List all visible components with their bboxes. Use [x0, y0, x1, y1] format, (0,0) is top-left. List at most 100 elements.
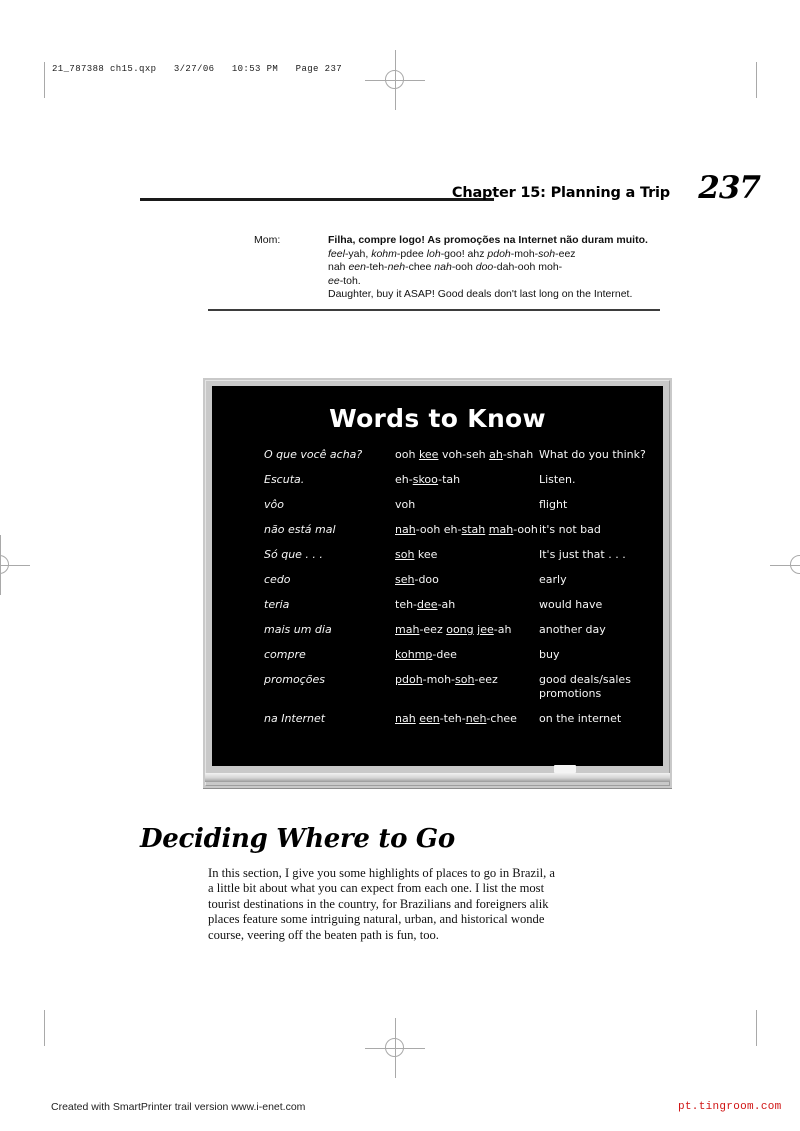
syllable: teh- [395, 598, 418, 611]
syllable: -shah [502, 448, 534, 461]
vocab-meaning: flight [539, 498, 568, 511]
syllable: -tah [438, 473, 461, 486]
dialogue-speaker: Mom: [254, 234, 281, 246]
vocab-row: cedo seh-doo early [264, 573, 647, 587]
dialogue-lines: Filha, compre logo! As promoções na Inte… [328, 234, 660, 302]
stressed-syllable: nah [395, 712, 416, 725]
vocab-pronunciation: seh-doo [395, 573, 539, 587]
syllable: kee [414, 548, 438, 561]
syllable: -ooh [513, 523, 538, 536]
words-to-know-table: O que você acha? ooh kee voh-seh ah-shah W… [264, 448, 647, 737]
vocab-pronunciation: mah-eez oong jee-ah [395, 623, 539, 637]
syllable: voh [395, 498, 416, 511]
footer-credit: Created with SmartPrinter trail version … [51, 1101, 306, 1113]
vocab-meaning: it's not bad [539, 523, 601, 536]
vocab-meaning: on the internet [539, 712, 622, 725]
stressed-syllable: jee [477, 623, 494, 636]
pron-stress: nah [434, 261, 452, 274]
syllable: -moh- [422, 673, 456, 686]
chapter-rule [140, 198, 494, 201]
pron-plain: -goo! ahz [440, 247, 488, 260]
vocab-row: compre kohmp-dee buy [264, 648, 647, 662]
vocab-pronunciation: teh-dee-ah [395, 598, 539, 612]
vocab-meaning: What do you think? [539, 448, 646, 461]
dialogue-pronunciation: feel-yah, kohm-pdee loh-goo! ahz pdoh-mo… [328, 248, 660, 289]
pron-plain: -ooh [451, 261, 476, 274]
dialogue-block: Mom: Filha, compre logo! As promoções na… [208, 234, 660, 311]
syllable: -eez [474, 673, 498, 686]
pron-stress: een [348, 261, 366, 274]
stressed-syllable: skoo [412, 473, 439, 486]
paragraph-line: course, veering off the beaten path is f… [208, 927, 439, 942]
chapter-title: Chapter 15: Planning a Trip [451, 185, 670, 201]
vocab-row: promoções pdoh-moh-soh-eez good deals/sale… [264, 673, 647, 701]
paragraph-line: a little bit about what you can expect f… [208, 881, 545, 896]
vocab-meaning: Listen. [539, 473, 576, 486]
stressed-syllable: mah [488, 523, 514, 536]
stressed-syllable: pdoh [395, 673, 423, 686]
syllable: -ooh eh- [415, 523, 462, 536]
stressed-syllable: seh [395, 573, 415, 586]
registration-mark-bottom [365, 1018, 425, 1078]
vocab-term: vôo [264, 498, 284, 511]
dialogue-portuguese: Filha, compre logo! As promoções na Inte… [328, 234, 648, 246]
dialogue-rule [208, 308, 660, 311]
vocab-meaning: good deals/sales promotions [539, 673, 631, 700]
paragraph-line: places feature some intriguing natural, … [208, 912, 545, 927]
vocab-row: teria teh-dee-ah would have [264, 598, 647, 612]
stressed-syllable: dee [417, 598, 438, 611]
vocab-term: cedo [264, 573, 291, 586]
dialogue-translation: Daughter, buy it ASAP! Good deals don't … [328, 288, 633, 301]
syllable: -doo [414, 573, 439, 586]
vocab-row: não está mal nah-ooh eh-stah mah-ooh it's … [264, 523, 647, 537]
pron-stress: loh [426, 247, 441, 260]
vocab-row: na Internet nah een-teh-neh-chee on the in… [264, 712, 647, 726]
vocab-pronunciation: nah een-teh-neh-chee [395, 712, 539, 726]
trim-mark-right-bottom [756, 1010, 757, 1046]
stressed-syllable: neh [465, 712, 487, 725]
stressed-syllable: nah [395, 523, 416, 536]
pron-plain: -toh. [339, 274, 361, 287]
pron-plain: -chee [405, 261, 435, 274]
stressed-syllable: een [419, 712, 440, 725]
vocab-pronunciation: nah-ooh eh-stah mah-ooh [395, 523, 539, 537]
page-number: 237 [698, 170, 761, 206]
pron-plain: -eez [555, 247, 576, 260]
syllable: -teh- [439, 712, 466, 725]
pron-stress: doo [475, 261, 494, 274]
vocab-row: Escuta. eh-skoo-tah Listen. [264, 473, 647, 487]
vocab-term: mais um dia [264, 623, 332, 636]
stressed-syllable: kohmp [395, 648, 433, 661]
reg-ring [385, 70, 404, 89]
vocab-meaning: another day [539, 623, 606, 636]
syllable: voh-seh [438, 448, 490, 461]
vocab-pronunciation: kohmp-dee [395, 648, 539, 662]
registration-mark-right [770, 535, 800, 595]
vocab-term: Só que . . . [264, 548, 323, 561]
pron-stress: ee [328, 274, 340, 287]
paragraph-line: In this section, I give you some highlig… [208, 866, 555, 880]
pron-plain: -teh- [365, 261, 388, 274]
syllable: ooh [395, 448, 419, 461]
stressed-syllable: soh [395, 548, 415, 561]
vocab-pronunciation: soh kee [395, 548, 539, 562]
stressed-syllable: oong [446, 623, 474, 636]
stressed-syllable: stah [461, 523, 486, 536]
reg-ring [385, 1038, 404, 1057]
vocab-term: teria [264, 598, 290, 611]
vocab-meaning: It's just that . . . [539, 548, 626, 561]
pron-stress: kohm [371, 247, 397, 260]
paragraph-line: tourist destinations in the country, for… [208, 896, 549, 911]
vocab-row: O que você acha? ooh kee voh-seh ah-shah W… [264, 448, 647, 462]
pron-plain: -dah-ooh moh- [493, 261, 563, 274]
stressed-syllable: soh [455, 673, 475, 686]
vocab-pronunciation: pdoh-moh-soh-eez [395, 673, 539, 687]
vocab-term: compre [264, 648, 306, 661]
pron-stress: pdoh [487, 247, 511, 260]
vocab-term: não está mal [264, 523, 336, 536]
syllable: -chee [486, 712, 517, 725]
syllable: -ah [493, 623, 512, 636]
pron-stress: soh [538, 247, 556, 260]
pron-stress: feel [328, 247, 345, 260]
reg-ring [790, 555, 800, 574]
